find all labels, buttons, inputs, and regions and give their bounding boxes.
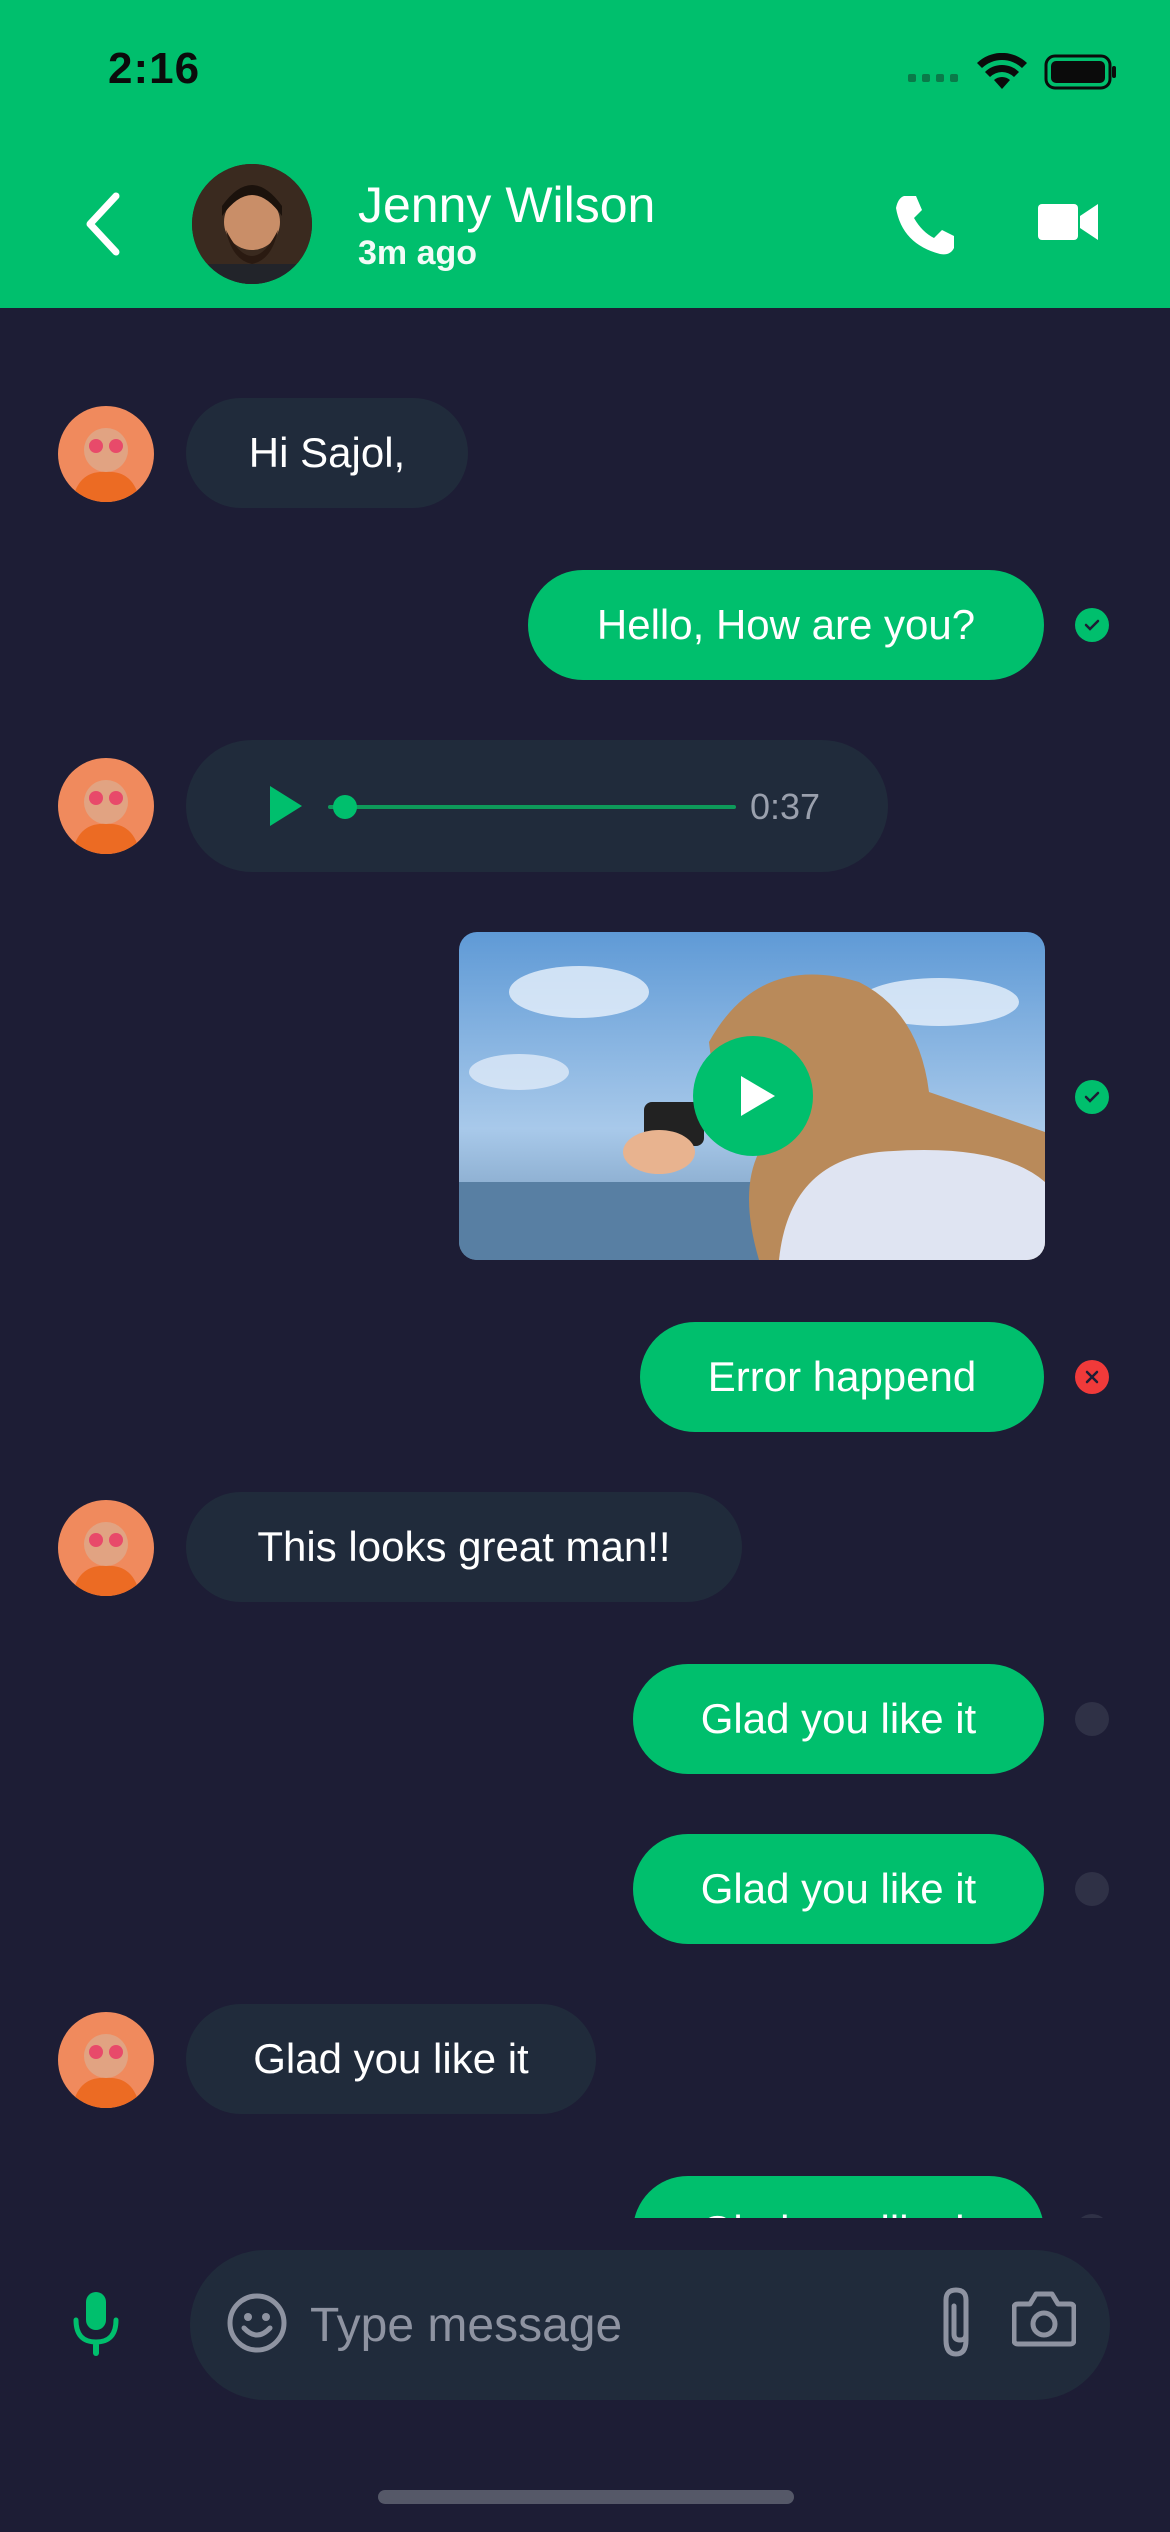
message-input-placeholder: Type message (310, 2299, 623, 2352)
battery-icon (1044, 54, 1116, 90)
message-bubble-outgoing[interactable]: Error happend (640, 1322, 1044, 1432)
home-indicator (378, 2490, 794, 2504)
microphone-icon[interactable] (70, 2290, 122, 2360)
message-text: Hi Sajol, (248, 429, 406, 476)
cellular-signal-icon (908, 74, 958, 82)
phone-icon[interactable] (890, 190, 960, 260)
error-icon[interactable] (1075, 1360, 1109, 1394)
audio-duration: 0:37 (750, 786, 821, 827)
message-text: Error happend (707, 1353, 977, 1400)
emoji-icon[interactable] (226, 2292, 288, 2354)
contact-name: Jenny Wilson (358, 177, 656, 233)
message-bubble-incoming[interactable]: Hi Sajol, (186, 398, 468, 508)
sender-avatar (58, 406, 154, 502)
message-text: Glad you like it (700, 1695, 977, 1742)
message-bubble-outgoing[interactable]: Hello, How are you? (528, 570, 1044, 680)
status-time: 2:16 (108, 44, 201, 93)
contact-avatar-image (192, 164, 312, 284)
last-seen: 3m ago (358, 234, 478, 272)
message-bubble-outgoing[interactable]: Glad you like it (633, 1834, 1044, 1944)
message-text: Glad you like it (700, 1865, 977, 1912)
message-text: Hello, How are you? (596, 601, 976, 648)
message-bubble-outgoing[interactable]: Glad you like it (633, 1664, 1044, 1774)
sender-avatar (58, 2012, 154, 2108)
message-bubble-incoming[interactable]: This looks great man!! (186, 1492, 742, 1602)
sent-check-icon (1075, 1080, 1109, 1114)
chat-header: 2:16 Jenny Wilson 3m ago (0, 0, 1170, 308)
sender-avatar (58, 1500, 154, 1596)
status-icons (908, 52, 1118, 92)
paperclip-icon[interactable] (936, 2286, 980, 2360)
audio-play-icon[interactable] (266, 784, 306, 828)
back-button[interactable] (76, 188, 132, 260)
message-text: This looks great man!! (257, 1523, 671, 1570)
sender-avatar (58, 758, 154, 854)
pending-status-icon (1075, 1872, 1109, 1906)
camera-icon[interactable] (1012, 2290, 1076, 2348)
sent-check-icon (1075, 608, 1109, 642)
message-text: Glad you like it (253, 2035, 529, 2082)
video-camera-icon[interactable] (1036, 198, 1100, 246)
audio-progress-track[interactable] (328, 794, 738, 820)
pending-status-icon (1075, 1702, 1109, 1736)
message-bubble-incoming[interactable]: Glad you like it (186, 2004, 596, 2114)
wifi-icon (977, 53, 1027, 89)
video-play-button[interactable] (693, 1036, 813, 1156)
contact-avatar[interactable] (192, 164, 312, 284)
